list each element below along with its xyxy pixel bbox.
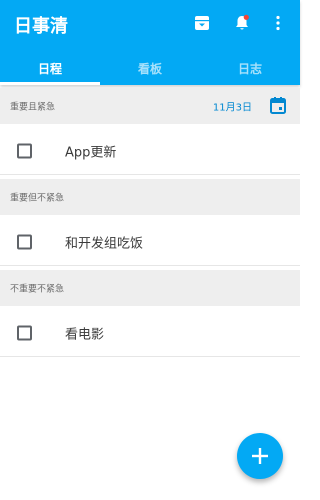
calendar-icon[interactable] bbox=[270, 97, 286, 114]
tab-schedule[interactable]: 日程 bbox=[0, 52, 100, 85]
task-row[interactable]: 看电影 bbox=[0, 309, 300, 357]
section-label: 重要但不紧急 bbox=[10, 193, 65, 204]
app-bar: 日事清 日程 看板 日志 bbox=[0, 0, 300, 85]
section-label: 不重要不紧急 bbox=[10, 284, 65, 295]
tab-log[interactable]: 日志 bbox=[200, 52, 300, 85]
tab-bar: 日程 看板 日志 bbox=[0, 52, 300, 85]
task-checkbox[interactable] bbox=[17, 234, 32, 249]
section-header-important-not-urgent: 重要但不紧急 bbox=[0, 179, 300, 215]
date-label[interactable]: 11月3日 bbox=[213, 99, 252, 114]
task-title: App更新 bbox=[65, 145, 117, 160]
bell-icon bbox=[236, 14, 249, 30]
task-checkbox[interactable] bbox=[17, 143, 32, 158]
task-title: 和开发组吃饭 bbox=[65, 236, 144, 251]
more-options-button[interactable] bbox=[266, 11, 290, 35]
task-row[interactable]: 和开发组吃饭 bbox=[0, 218, 300, 266]
tab-board[interactable]: 看板 bbox=[100, 52, 200, 85]
section-label: 重要且紧急 bbox=[10, 102, 56, 113]
app-title: 日事清 bbox=[14, 16, 68, 37]
archive-icon bbox=[195, 16, 209, 30]
section-header-not-important-not-urgent: 不重要不紧急 bbox=[0, 270, 300, 306]
task-title: 看电影 bbox=[65, 327, 105, 342]
task-row[interactable]: App更新 bbox=[0, 127, 300, 175]
plus-icon bbox=[252, 448, 268, 464]
more-vertical-icon bbox=[276, 15, 280, 31]
notification-button[interactable] bbox=[230, 11, 254, 35]
archive-button[interactable] bbox=[190, 11, 214, 35]
add-task-button[interactable] bbox=[237, 433, 283, 479]
section-header-urgent-important: 重要且紧急 11月3日 bbox=[0, 88, 300, 124]
task-checkbox[interactable] bbox=[17, 325, 32, 340]
